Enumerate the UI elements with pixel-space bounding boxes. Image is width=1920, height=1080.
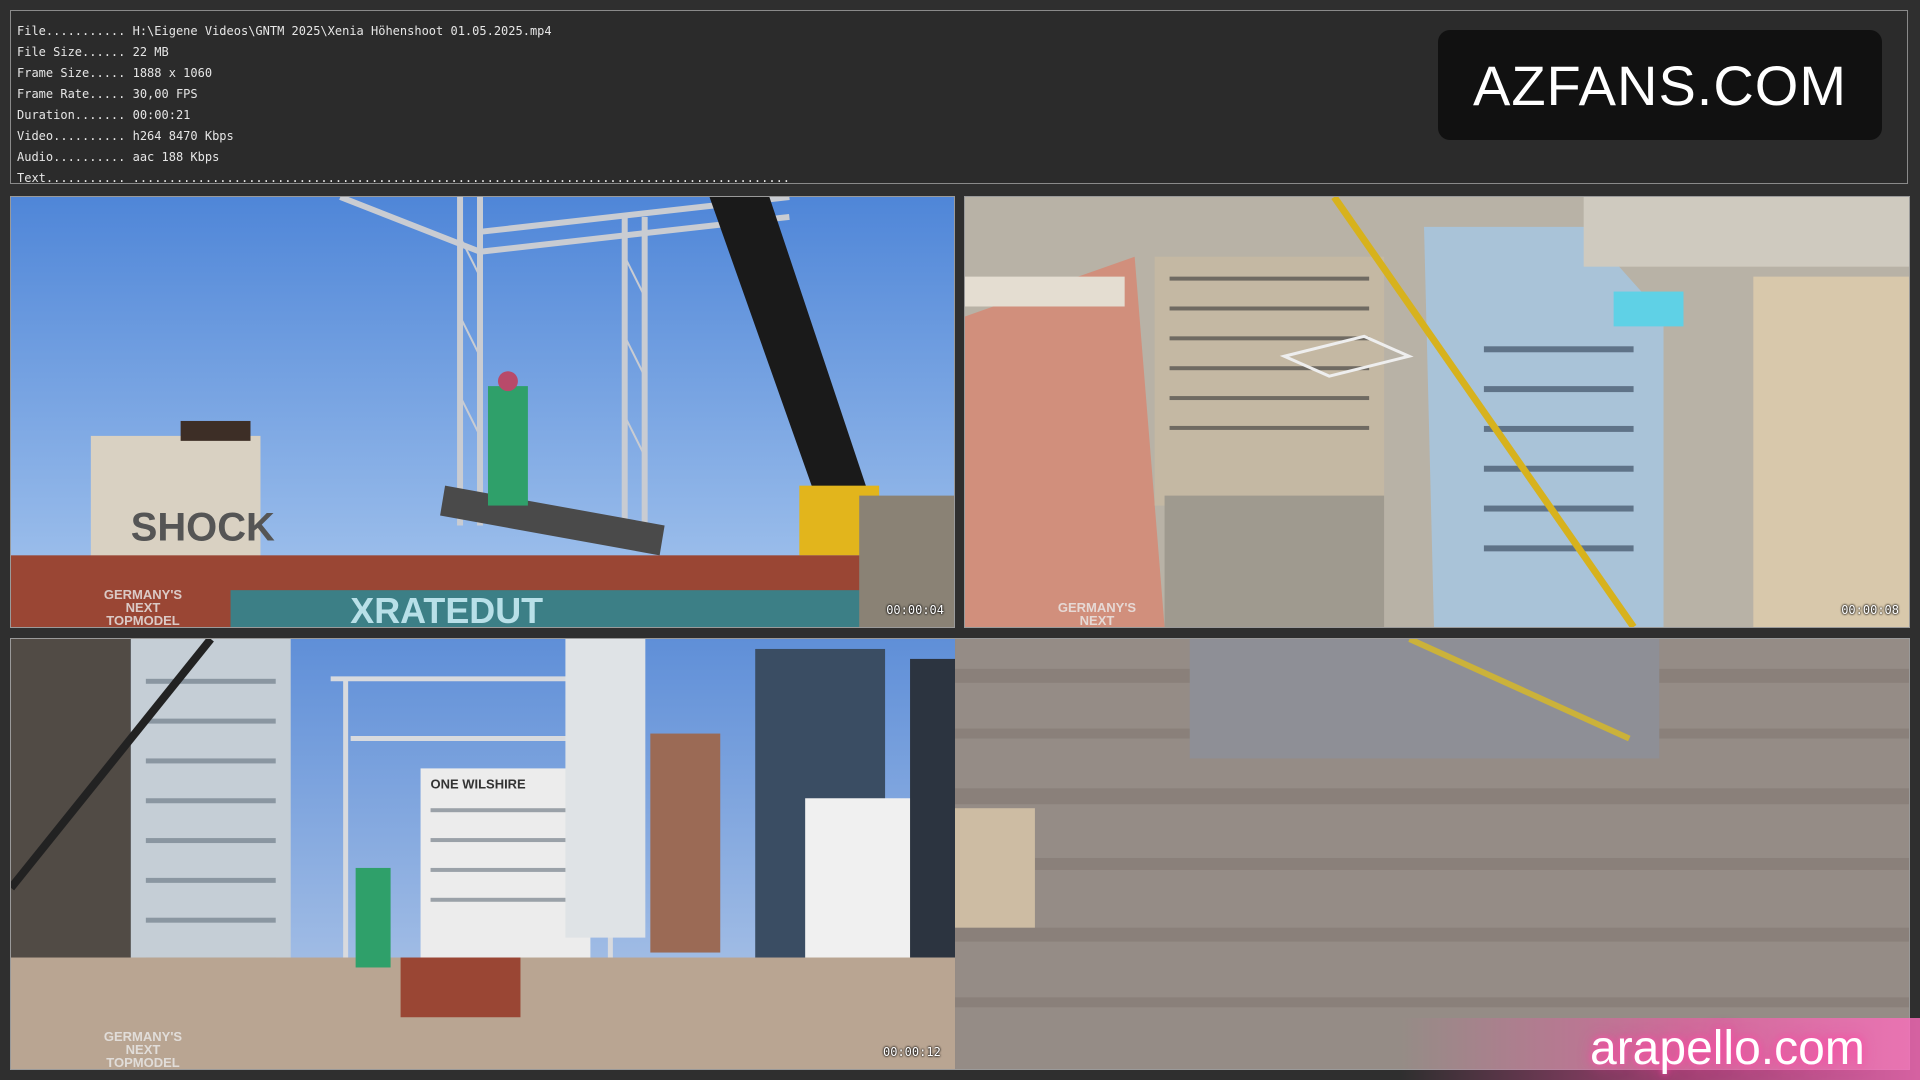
- logo-text: AZFANS.COM: [1472, 53, 1848, 117]
- gntm-brand-mark: GERMANY'S NEXT: [1057, 600, 1137, 628]
- info-audio: Audio.......... aac 188 Kbps: [17, 150, 220, 164]
- info-text: Text........... ........................…: [17, 171, 791, 185]
- timestamp-1: 00:00:04: [886, 603, 944, 617]
- info-frame-rate: Frame Rate..... 30,00 FPS: [17, 87, 198, 101]
- timestamp-3: 00:00:12: [883, 1045, 941, 1059]
- one-wilshire-sign: ONE WILSHIRE: [431, 776, 527, 791]
- thumbnail-frame-3: ONE WILSHIRE GERMANY'S NEXT TOPMODEL 00:…: [10, 638, 1910, 1070]
- thumbnail-frame-2: GERMANY'S NEXT 00:00:08: [964, 196, 1910, 628]
- azfans-logo: AZFANS.COM: [1438, 30, 1882, 140]
- gntm-brand-mark: GERMANY'S NEXT TOPMODEL: [103, 587, 183, 628]
- gntm-brand-mark: GERMANY'S NEXT TOPMODEL: [103, 1029, 183, 1070]
- info-file-size: File Size...... 22 MB: [17, 45, 169, 59]
- wall-graffiti: XRATEDUT: [350, 591, 543, 627]
- info-video: Video.......... h264 8470 Kbps: [17, 129, 234, 143]
- info-frame-size: Frame Size..... 1888 x 1060: [17, 66, 213, 80]
- chimney-graffiti: SHOCK: [131, 505, 275, 549]
- arapello-watermark: arapello.com: [1590, 1022, 1865, 1075]
- frame-1-scene: SHOCK XRATEDUT: [11, 197, 954, 627]
- timestamp-2: 00:00:08: [1841, 603, 1899, 617]
- info-duration: Duration....... 00:00:21: [17, 108, 191, 122]
- frame-3-scene: ONE WILSHIRE: [11, 639, 1909, 1069]
- info-file: File........... H:\Eigene Videos\GNTM 20…: [17, 24, 552, 38]
- thumbnail-frame-1: SHOCK XRATEDUT GERMANY'S NEXT TOPMODEL 0…: [10, 196, 955, 628]
- frame-2-scene: [965, 197, 1909, 627]
